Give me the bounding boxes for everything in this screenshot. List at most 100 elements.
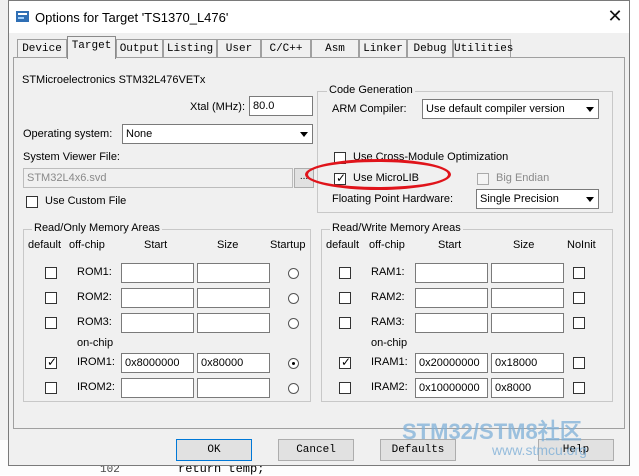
noinit-checkbox[interactable] (573, 382, 585, 394)
checkmark-icon: ✓ (47, 355, 58, 369)
code-generation-legend: Code Generation (327, 84, 415, 96)
tab-listing[interactable]: Listing (163, 39, 217, 58)
noinit-checkbox[interactable] (573, 267, 585, 279)
tab-asm[interactable]: Asm (311, 39, 359, 58)
rw-header-start: Start (438, 239, 462, 251)
startup-radio[interactable] (288, 383, 299, 394)
memory-area-name: IROM2: (77, 381, 115, 393)
ro-memory-default-checkbox[interactable] (45, 267, 57, 279)
os-select-value: None (126, 128, 153, 140)
tab-linker[interactable]: Linker (359, 39, 407, 58)
tab-device[interactable]: Device (17, 39, 67, 58)
startup-radio[interactable] (288, 318, 299, 329)
memory-start-input[interactable]: 0x8000000 (121, 353, 194, 373)
os-label: Operating system: (23, 128, 113, 140)
arm-compiler-select[interactable]: Use default compiler version (422, 99, 599, 119)
custom-file-label: Use Custom File (45, 195, 127, 207)
memory-start-input[interactable]: 0x20000000 (415, 353, 488, 373)
memory-start-input[interactable] (415, 263, 488, 283)
startup-radio[interactable] (288, 293, 299, 304)
tab-debug[interactable]: Debug (407, 39, 453, 58)
memory-size-input[interactable] (491, 263, 564, 283)
memory-size-input[interactable]: 0x18000 (491, 353, 564, 373)
memory-area-name: ROM1: (77, 266, 112, 278)
memory-area-name: IROM1: (77, 356, 115, 368)
memory-area-name: RAM1: (371, 266, 405, 278)
ro-header-offchip: off-chip (69, 239, 105, 251)
target-tab-panel: STMicroelectronics STM32L476VETx Xtal (M… (13, 57, 625, 429)
startup-radio[interactable] (288, 358, 299, 369)
svd-input[interactable]: STM32L4x6.svd (23, 168, 293, 188)
rw-memory-default-checkbox[interactable] (339, 382, 351, 394)
memory-area-name: IRAM2: (371, 381, 408, 393)
ro-memory-default-checkbox[interactable] (45, 382, 57, 394)
ro-memory-default-checkbox[interactable] (45, 317, 57, 329)
fp-select[interactable]: Single Precision (476, 189, 599, 209)
ro-header-default: default (28, 239, 62, 251)
rw-header-noinit: NoInit (567, 239, 596, 251)
tab-target[interactable]: Target (67, 36, 116, 59)
tab-c-c-[interactable]: C/C++ (261, 39, 311, 58)
ok-button[interactable]: OK (176, 439, 252, 461)
noinit-checkbox[interactable] (573, 292, 585, 304)
rw-onchip-label: on-chip (371, 337, 408, 349)
noinit-checkbox[interactable] (573, 317, 585, 329)
ro-header-start: Start (144, 239, 168, 251)
memory-start-input[interactable] (121, 378, 194, 398)
memory-start-input[interactable]: 0x10000000 (415, 378, 488, 398)
tab-utilities[interactable]: Utilities (453, 39, 513, 58)
memory-start-input[interactable] (121, 263, 194, 283)
cancel-button[interactable]: Cancel (278, 439, 354, 461)
ro-memory-default-checkbox[interactable] (45, 292, 57, 304)
tab-user[interactable]: User (217, 39, 261, 58)
memory-area-name: RAM3: (371, 316, 405, 328)
device-name: STMicroelectronics STM32L476VETx (22, 74, 206, 86)
close-button[interactable]: ✕ (605, 5, 625, 27)
memory-start-input[interactable] (121, 288, 194, 308)
memory-start-input[interactable] (415, 288, 488, 308)
memory-size-input[interactable] (197, 288, 270, 308)
os-select[interactable]: None (122, 124, 313, 144)
window-title: Options for Target 'TS1370_L476' (35, 10, 229, 25)
fp-label: Floating Point Hardware: (332, 193, 454, 205)
tab-output[interactable]: Output (116, 39, 163, 58)
radio-dot (292, 362, 295, 365)
ro-onchip-label: on-chip (77, 337, 114, 349)
memory-size-input[interactable] (197, 313, 270, 333)
startup-radio[interactable] (288, 268, 299, 279)
rw-header-default: default (326, 239, 360, 251)
memory-size-input[interactable] (197, 378, 270, 398)
noinit-checkbox[interactable] (573, 357, 585, 369)
ro-memory-legend: Read/Only Memory Areas (32, 222, 162, 234)
highlight-ellipse (305, 159, 451, 190)
rw-memory-default-checkbox[interactable] (339, 292, 351, 304)
watermark-url: www.stmcu.org (492, 442, 587, 458)
editor-background-left (0, 0, 8, 475)
memory-size-input[interactable]: 0x80000 (197, 353, 270, 373)
memory-size-input[interactable] (197, 263, 270, 283)
memory-start-input[interactable] (415, 313, 488, 333)
custom-file-checkbox[interactable] (26, 196, 38, 208)
chevron-down-icon (582, 191, 597, 207)
rw-memory-default-checkbox[interactable] (339, 267, 351, 279)
memory-size-input[interactable] (491, 288, 564, 308)
arm-compiler-value: Use default compiler version (426, 103, 565, 115)
memory-start-input[interactable] (121, 313, 194, 333)
close-icon: ✕ (607, 6, 623, 26)
fp-select-value: Single Precision (480, 193, 559, 205)
big-endian-label: Big Endian (496, 172, 550, 184)
rw-header-offchip: off-chip (369, 239, 405, 251)
xtal-input[interactable]: 80.0 (249, 96, 313, 116)
memory-area-name: ROM2: (77, 291, 112, 303)
ro-header-startup: Startup (270, 239, 306, 251)
memory-size-input[interactable] (491, 313, 564, 333)
chevron-down-icon (582, 101, 597, 117)
rw-memory-default-checkbox[interactable]: ✓ (339, 355, 351, 369)
memory-size-input[interactable]: 0x8000 (491, 378, 564, 398)
rw-memory-default-checkbox[interactable] (339, 317, 351, 329)
big-endian-checkbox[interactable] (477, 173, 489, 185)
ro-memory-default-checkbox[interactable]: ✓ (45, 355, 58, 369)
memory-area-name: RAM2: (371, 291, 405, 303)
app-icon (16, 11, 29, 22)
arm-compiler-label: ARM Compiler: (332, 103, 407, 115)
